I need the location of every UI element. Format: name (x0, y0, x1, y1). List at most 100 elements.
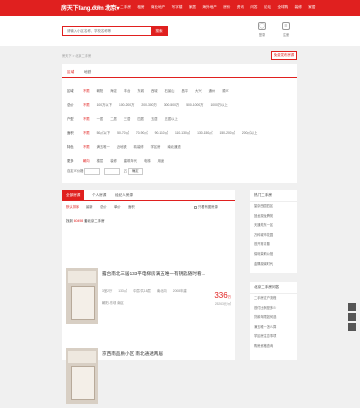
filter-option[interactable]: 建筑年代 (124, 158, 137, 163)
filter-option[interactable]: 西城 (151, 88, 158, 93)
sidebar-item[interactable]: 望京西园四区 (250, 202, 297, 212)
back-to-top-icon[interactable] (348, 323, 356, 331)
nav-item[interactable]: 新房 (107, 5, 114, 9)
filter-option[interactable]: 不限 (83, 116, 90, 121)
listing-title[interactable]: 京西南品质小区 南北通透两居 (102, 351, 163, 357)
breadcrumb[interactable]: 房天下 > 北京二手房 (62, 53, 91, 58)
login-link[interactable]: ◯ 登录 (254, 22, 270, 42)
filter-option[interactable]: 楼层 (97, 158, 104, 163)
nav-item[interactable]: 资讯 (237, 5, 244, 9)
sort-unit-price[interactable]: 单价 (114, 204, 121, 209)
filter-option[interactable]: 200㎡以上 (242, 130, 257, 135)
sort-default[interactable]: 默认排序 (66, 204, 79, 209)
filter-option[interactable]: 精装修 (134, 144, 144, 149)
listing-card[interactable]: 露台南北三居133平电梯房满五唯一有钥匙随时看... 3室2厅 133㎡ 中层/共1… (62, 268, 235, 328)
filter-option[interactable]: 丰台 (124, 88, 131, 93)
tab-agent-listings[interactable]: 经纪人房源 (115, 190, 133, 201)
nav-item[interactable]: 租房 (137, 5, 144, 9)
filter-option[interactable]: 朝向 (83, 158, 90, 163)
tab-all-listings[interactable]: 全部房源 (62, 190, 85, 201)
sort-total-price[interactable]: 总价 (100, 204, 107, 209)
filter-option[interactable]: 不限 (83, 130, 90, 135)
sidebar-item[interactable]: 天通苑东一区 (250, 221, 297, 231)
filter-option[interactable]: 130-150㎡ (197, 130, 212, 135)
sidebar-item[interactable]: 贷款年限如何选 (250, 313, 297, 323)
filter-option[interactable]: 大兴 (195, 88, 202, 93)
filter-option[interactable]: 100-200万 (119, 102, 134, 107)
nav-item[interactable]: 家居 (189, 5, 196, 9)
nav-item[interactable]: 商业地产 (151, 5, 165, 9)
publish-listing-button[interactable]: 免费发布房源 (271, 51, 297, 60)
sort-area[interactable]: 面积 (128, 204, 135, 209)
has-photo-filter[interactable]: 只看有图房源 (194, 204, 218, 209)
search-input[interactable] (63, 27, 151, 35)
filter-option[interactable]: 1000万以上 (210, 102, 227, 107)
filter-option[interactable]: 110-130㎡ (175, 130, 190, 135)
filter-option[interactable]: 三居 (124, 116, 131, 121)
filter-option[interactable]: 100万以下 (97, 102, 112, 107)
filter-option[interactable]: 不限 (83, 102, 90, 107)
listing-address[interactable]: 朝阳-东坝 南区 (102, 300, 124, 305)
filter-option[interactable]: 石景山 (165, 88, 175, 93)
listing-photo[interactable] (66, 348, 98, 404)
tab-personal-listings[interactable]: 个人房源 (92, 190, 106, 201)
nav-item[interactable]: 房价 (223, 5, 230, 9)
search-button[interactable]: 搜索 (151, 26, 167, 36)
filter-option[interactable]: 一居 (97, 116, 104, 121)
sidebar-item[interactable]: 二手房过户流程 (250, 294, 297, 304)
nav-item[interactable]: 写字楼 (172, 5, 183, 9)
filter-option[interactable]: 南北通透 (167, 144, 180, 149)
sidebar-item[interactable]: 保利茉莉公馆 (250, 250, 297, 260)
register-link[interactable]: ≡ 注册 (278, 22, 294, 42)
filter-option[interactable]: 90-110㎡ (155, 130, 168, 135)
feedback-icon[interactable] (348, 303, 356, 311)
filter-option[interactable]: 50-70㎡ (117, 130, 129, 135)
nav-item[interactable]: 家居 (308, 5, 315, 9)
filter-option[interactable]: 70-90㎡ (136, 130, 148, 135)
sidebar-item[interactable]: 首开常青藤 (250, 240, 297, 250)
filter-option[interactable]: 顺义 (222, 88, 229, 93)
price-confirm-button[interactable]: 确定 (127, 168, 143, 175)
filter-option[interactable]: 不限 (83, 144, 90, 149)
nav-item[interactable]: 论坛 (264, 5, 271, 9)
filter-option[interactable]: 五居 (151, 116, 158, 121)
filter-option[interactable]: 50㎡以下 (97, 130, 111, 135)
price-max-input[interactable] (103, 168, 120, 175)
nav-item[interactable]: 问答 (250, 5, 257, 9)
filter-option[interactable]: 满五唯一 (97, 144, 110, 149)
nav-item[interactable]: 二手房 (120, 5, 131, 9)
price-min-input[interactable] (83, 168, 100, 175)
filter-option[interactable]: 海淀 (110, 88, 117, 93)
listing-title[interactable]: 露台南北三居133平电梯房满五唯一有钥匙随时看... (102, 271, 205, 277)
filter-option[interactable]: 朝阳 (97, 88, 104, 93)
listing-photo[interactable] (66, 268, 98, 324)
filter-option[interactable]: 不限 (83, 88, 90, 93)
filter-option[interactable]: 学区房 (151, 144, 161, 149)
sidebar-item[interactable]: 学区房注意事项 (250, 332, 297, 342)
sidebar-item[interactable]: 万科城市花园 (250, 231, 297, 241)
filter-option[interactable]: 150-200㎡ (220, 130, 235, 135)
filter-option[interactable]: 500-1000万 (186, 102, 203, 107)
app-icon[interactable] (348, 313, 356, 321)
filter-option[interactable]: 二居 (110, 116, 117, 121)
filter-option[interactable]: 昌平 (181, 88, 188, 93)
filter-option[interactable]: 近地铁 (117, 144, 127, 149)
filter-option[interactable]: 装修 (110, 158, 117, 163)
filter-option[interactable]: 四居 (137, 116, 144, 121)
nav-item[interactable]: 装修 (295, 5, 302, 9)
nav-item[interactable]: 首页 (93, 5, 100, 9)
sort-newest[interactable]: 最新 (86, 204, 93, 209)
filter-option[interactable]: 东城 (137, 88, 144, 93)
filter-option[interactable]: 用途 (158, 158, 165, 163)
filter-option[interactable]: 300-500万 (164, 102, 179, 107)
sidebar-item[interactable]: 首付比例是多少 (250, 304, 297, 314)
sidebar-item[interactable]: 金隅观澜时代 (250, 260, 297, 270)
sidebar-item[interactable]: 满五唯一怎么算 (250, 323, 297, 333)
filter-option[interactable]: 通州 (209, 88, 216, 93)
sidebar-item[interactable]: 回龙观龙腾苑 (250, 212, 297, 222)
filter-option[interactable]: 200-300万 (141, 102, 156, 107)
sidebar-item[interactable]: 购房资格查询 (250, 342, 297, 352)
nav-item[interactable]: 海外地产 (202, 5, 216, 9)
filter-option[interactable]: 电梯 (144, 158, 151, 163)
tab-subway[interactable]: 地铁 (84, 70, 91, 75)
